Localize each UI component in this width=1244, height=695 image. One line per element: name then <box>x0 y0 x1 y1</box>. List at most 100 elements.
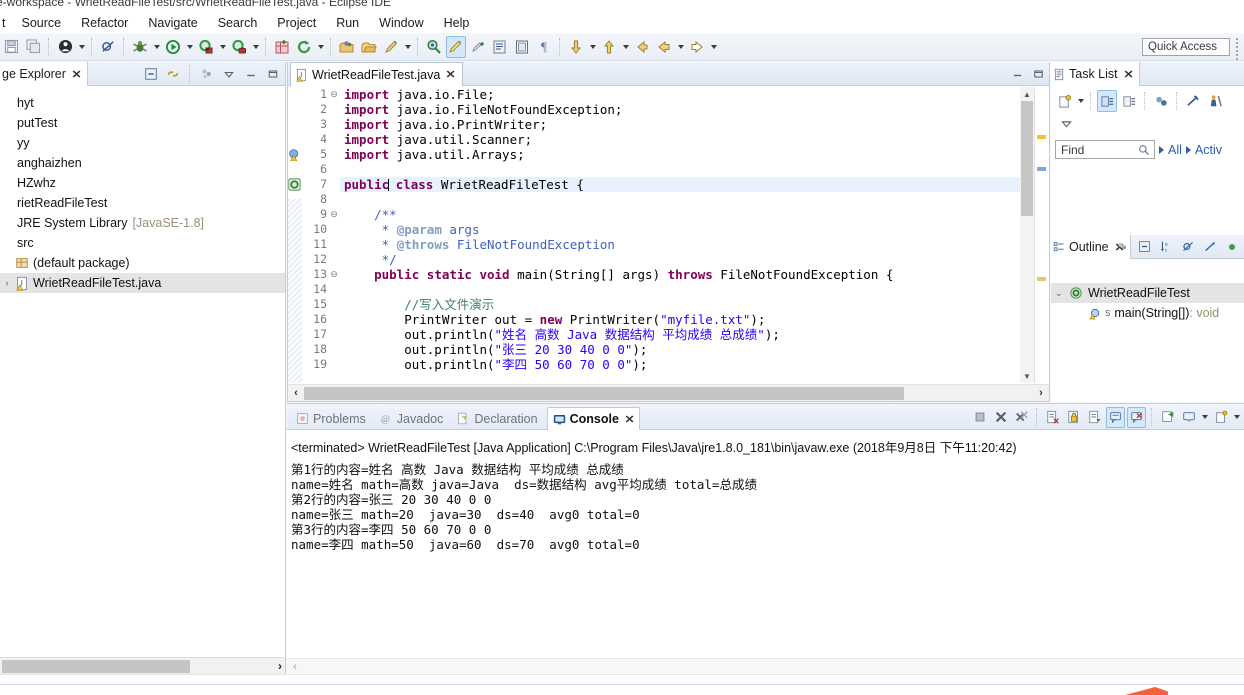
close-icon[interactable]: ✕ <box>1123 68 1133 81</box>
tab-wrietreadfiletest-java[interactable]: J WrietReadFileTest.java ✕ <box>290 62 463 86</box>
view-menu-chevron-icon[interactable] <box>220 64 238 83</box>
open-type-icon[interactable] <box>337 36 357 58</box>
tree-item[interactable]: src <box>0 233 285 253</box>
menu-item-t[interactable]: t <box>0 14 11 32</box>
scroll-right-arrow-icon[interactable]: › <box>1033 387 1049 399</box>
next-edit-icon[interactable] <box>468 36 488 58</box>
hide-nonpublic-icon[interactable] <box>1223 237 1241 256</box>
new-task-icon[interactable] <box>1054 90 1074 112</box>
hide-fields-icon[interactable] <box>1179 237 1197 256</box>
focus-on-workweek-icon[interactable] <box>1183 90 1203 112</box>
search-icon[interactable] <box>1138 144 1150 159</box>
tab-problems[interactable]: Problems <box>291 407 371 430</box>
filter-active-link[interactable]: Activ <box>1195 143 1222 157</box>
package-explorer-hscrollbar[interactable]: › <box>0 657 285 674</box>
filter-active-arrow-icon[interactable] <box>1185 145 1191 154</box>
hide-static-icon[interactable]: s <box>1201 237 1219 256</box>
editor-vscrollbar[interactable]: ▲ ▼ <box>1020 87 1034 383</box>
forward-icon[interactable] <box>687 36 707 58</box>
last-edit-location-icon[interactable] <box>446 35 466 58</box>
save-all-icon[interactable] <box>23 36 43 58</box>
next-annotation-dropdown-arrow[interactable] <box>587 36 598 58</box>
code-area[interactable]: 1 2 3 4 5 6 7 8 9 10 11 12 13 14 15 16 17 18 19 ⊖ ⊖ ⊖ import… <box>288 87 1049 383</box>
menu-item-project[interactable]: Project <box>267 14 326 32</box>
refresh-icon[interactable] <box>294 36 314 58</box>
close-icon[interactable]: ✕ <box>446 68 456 81</box>
focus-icon[interactable] <box>1113 237 1131 256</box>
scroll-right-arrow-icon[interactable]: › <box>278 659 282 673</box>
source-code-text[interactable]: import java.io.File; import java.io.FileN… <box>340 87 1049 383</box>
tree-item[interactable]: anghaizhen <box>0 153 285 173</box>
tree-item[interactable]: › J WrietReadFileTest.java <box>0 273 285 293</box>
tree-item[interactable]: hyt <box>0 93 285 113</box>
pen-dropdown-arrow[interactable] <box>402 36 413 58</box>
console-hscrollbar[interactable]: ‹ <box>287 658 1244 674</box>
scroll-down-arrow-icon[interactable]: ▼ <box>1020 369 1034 383</box>
close-icon[interactable]: ✕ <box>71 68 81 81</box>
collapse-all-icon[interactable] <box>142 64 160 83</box>
open-task-list-icon[interactable] <box>490 36 510 58</box>
menu-item-source[interactable]: Source <box>11 14 71 32</box>
tab-package-explorer[interactable]: ge Explorer ✕ <box>0 62 89 86</box>
open-task-icon[interactable] <box>359 36 379 58</box>
scroll-left-arrow-icon[interactable]: ‹ <box>288 387 304 399</box>
display-selected-console-dropdown-arrow[interactable] <box>1199 406 1210 428</box>
tree-expand-arrow-icon[interactable]: › <box>0 278 14 288</box>
external-tools-icon[interactable] <box>229 36 249 58</box>
categorized-presentation-icon[interactable] <box>1097 90 1117 112</box>
tab-console[interactable]: Console ✕ <box>546 407 641 430</box>
run-icon[interactable] <box>163 36 183 58</box>
scroll-lock-icon[interactable] <box>1064 407 1083 428</box>
scrollbar-thumb[interactable] <box>1021 101 1033 216</box>
search-input[interactable]: Find <box>1055 140 1155 159</box>
previous-annotation-icon[interactable] <box>599 36 619 58</box>
display-selected-console-icon[interactable] <box>1179 407 1198 428</box>
tree-item[interactable]: yy <box>0 133 285 153</box>
tree-item[interactable]: HZwhz <box>0 173 285 193</box>
new-java-project-icon[interactable] <box>272 36 292 58</box>
tree-item[interactable]: JRE System Library [JavaSE-1.8] <box>0 213 285 233</box>
console-output-area[interactable]: <terminated> WrietReadFileTest [Java App… <box>287 431 1244 658</box>
menu-item-refactor[interactable]: Refactor <box>71 14 138 32</box>
skip-breakpoints-icon[interactable] <box>98 36 118 58</box>
clear-console-icon[interactable] <box>1043 407 1062 428</box>
refresh-dropdown-arrow[interactable] <box>315 36 326 58</box>
run-coverage-icon[interactable] <box>196 36 216 58</box>
debug-icon[interactable] <box>130 36 150 58</box>
toolbar-overflow-handle[interactable] <box>1234 36 1240 60</box>
tree-item[interactable]: putTest <box>0 113 285 133</box>
new-task-dropdown-arrow[interactable] <box>1075 90 1086 112</box>
menu-item-help[interactable]: Help <box>434 14 480 32</box>
pin-console-icon[interactable] <box>1158 407 1177 428</box>
tree-item[interactable]: (default package) <box>0 253 285 273</box>
person-debug-icon[interactable] <box>55 36 75 58</box>
remove-launch-icon[interactable] <box>991 407 1010 428</box>
word-wrap-icon[interactable] <box>1085 407 1104 428</box>
close-icon[interactable]: ✕ <box>624 413 634 426</box>
scrollbar-thumb[interactable] <box>2 659 190 673</box>
open-console-icon[interactable] <box>1211 407 1230 428</box>
external-tools-dropdown-arrow[interactable] <box>250 36 261 58</box>
outline-item[interactable]: ⌄ WrietReadFileTest <box>1051 283 1244 303</box>
last-edit-jump-icon[interactable] <box>632 36 652 58</box>
save-icon[interactable] <box>1 36 21 58</box>
outline-item[interactable]: Smain(String[]) : void <box>1051 303 1244 323</box>
maximize-icon[interactable] <box>264 64 282 83</box>
search-icon[interactable] <box>424 36 444 58</box>
person-debug-dropdown-arrow[interactable] <box>76 36 87 58</box>
filter-all-arrow-icon[interactable] <box>1159 145 1164 154</box>
scroll-left-arrow-icon[interactable]: ‹ <box>287 661 303 673</box>
remove-all-terminated-icon[interactable] <box>1012 407 1031 428</box>
filter-all-link[interactable]: All <box>1168 143 1182 157</box>
tree-item[interactable]: rietReadFileTest <box>0 193 285 213</box>
show-whitespace-icon[interactable]: ¶ <box>534 36 554 58</box>
scrollbar-thumb[interactable] <box>304 386 904 400</box>
debug-dropdown-arrow[interactable] <box>151 36 162 58</box>
editor-overview-ruler[interactable] <box>1034 87 1049 383</box>
editor-hscrollbar[interactable]: ‹ › <box>288 384 1049 401</box>
forward-dropdown-arrow[interactable] <box>708 36 719 58</box>
view-menu-icon[interactable] <box>198 64 216 83</box>
fold-toggle-icon[interactable]: ⊖ <box>328 267 340 282</box>
scroll-up-arrow-icon[interactable]: ▲ <box>1020 87 1034 101</box>
tab-javadoc[interactable]: @ Javadoc <box>375 407 449 430</box>
